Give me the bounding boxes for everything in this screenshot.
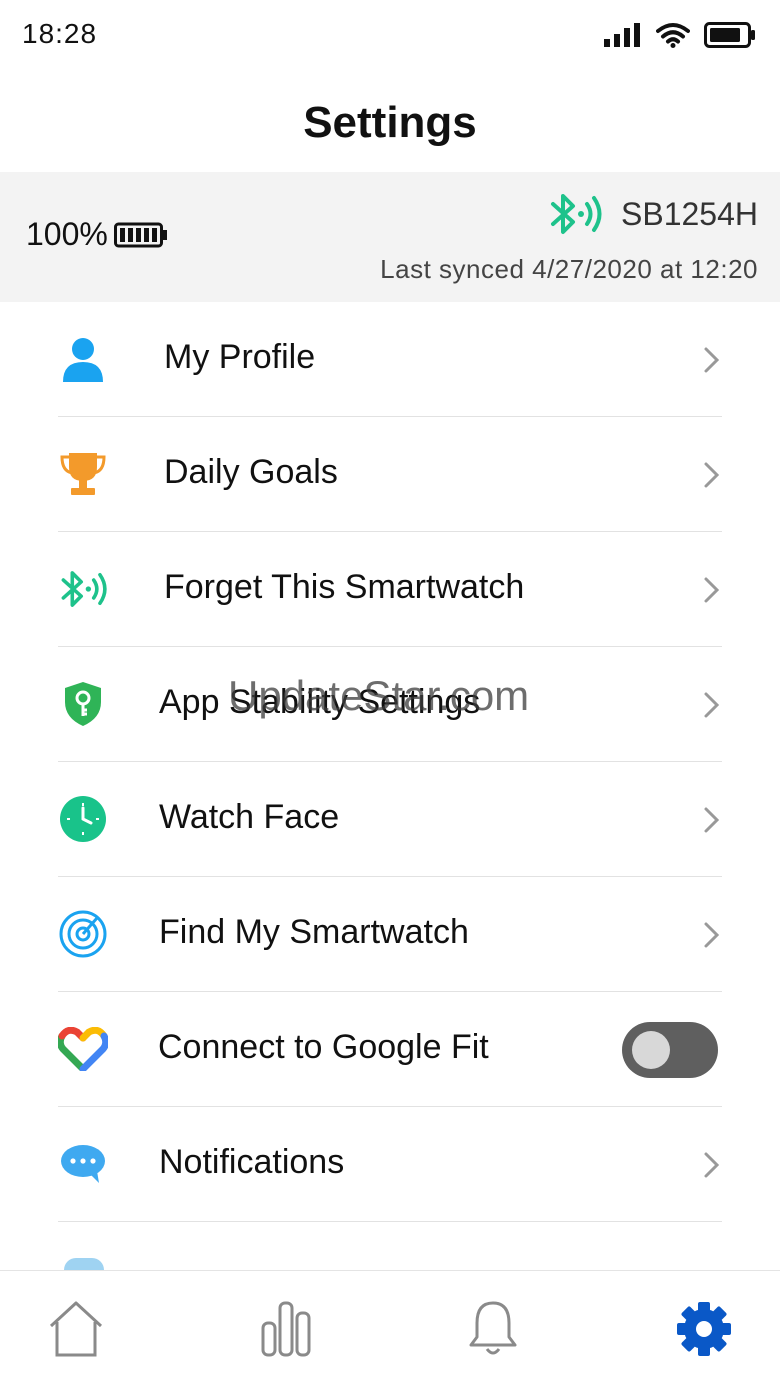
battery-percentage: 100% (26, 216, 108, 252)
chevron-right-icon (704, 807, 720, 833)
nav-home[interactable] (46, 1297, 106, 1361)
device-name: SB1254H (621, 195, 758, 232)
menu-item-my-profile[interactable]: My Profile (0, 302, 780, 417)
chat-bubble-icon (58, 1139, 108, 1189)
google-fit-toggle[interactable] (622, 1022, 718, 1078)
toggle-knob (632, 1031, 670, 1069)
menu-item-find-smartwatch[interactable]: Find My Smartwatch (0, 877, 780, 992)
nav-notifications[interactable] (463, 1297, 523, 1361)
last-synced: Last synced 4/27/2020 at 12:20 (380, 254, 758, 284)
menu-label: Daily Goals (164, 453, 338, 491)
wifi-icon (656, 23, 690, 48)
settings-menu: My Profile Daily Goals Forget This Smart… (0, 302, 780, 1222)
trophy-icon (58, 449, 108, 499)
menu-item-daily-goals[interactable]: Daily Goals (0, 417, 780, 532)
stats-icon (261, 1301, 311, 1357)
device-connection: SB1254H (547, 190, 758, 238)
status-time: 18:28 (22, 18, 98, 49)
chevron-right-icon (704, 347, 720, 373)
chevron-right-icon (704, 1152, 720, 1178)
menu-label: Connect to Google Fit (158, 1028, 489, 1066)
battery-full-icon (113, 222, 167, 247)
battery-status-icon (704, 22, 755, 48)
menu-label: Notifications (159, 1143, 345, 1181)
partial-menu-icon (64, 1258, 104, 1270)
chevron-right-icon (704, 577, 720, 603)
page-title: Settings (303, 98, 477, 147)
google-fit-icon (58, 1024, 108, 1074)
chevron-right-icon (704, 692, 720, 718)
bluetooth-icon (58, 564, 108, 614)
status-bar: 18:28 (0, 0, 780, 72)
menu-item-watch-face[interactable]: Watch Face (0, 762, 780, 877)
device-battery: 100% (26, 216, 168, 253)
menu-label: My Profile (164, 338, 316, 376)
bluetooth-connected-icon (551, 194, 602, 234)
chevron-right-icon (704, 922, 720, 948)
gear-icon (677, 1302, 731, 1356)
chevron-right-icon (704, 462, 720, 488)
clock-icon (58, 794, 108, 844)
radar-icon (58, 909, 108, 959)
shield-key-icon (58, 679, 108, 729)
menu-item-forget-smartwatch[interactable]: Forget This Smartwatch (0, 532, 780, 647)
person-icon (58, 334, 108, 384)
bell-icon (469, 1301, 517, 1355)
signal-icon (604, 23, 640, 47)
menu-label: Find My Smartwatch (159, 913, 469, 951)
menu-item-notifications[interactable]: Notifications (0, 1107, 780, 1222)
divider (58, 1221, 722, 1222)
bottom-nav (0, 1270, 780, 1387)
nav-settings[interactable] (674, 1297, 734, 1361)
menu-label: Forget This Smartwatch (164, 568, 525, 606)
menu-label: Watch Face (159, 798, 340, 836)
status-icons (604, 22, 756, 48)
menu-item-google-fit: Connect to Google Fit (0, 992, 780, 1107)
watermark: UpdateStar.com (228, 672, 530, 719)
nav-stats[interactable] (256, 1297, 316, 1361)
home-icon (49, 1301, 103, 1357)
